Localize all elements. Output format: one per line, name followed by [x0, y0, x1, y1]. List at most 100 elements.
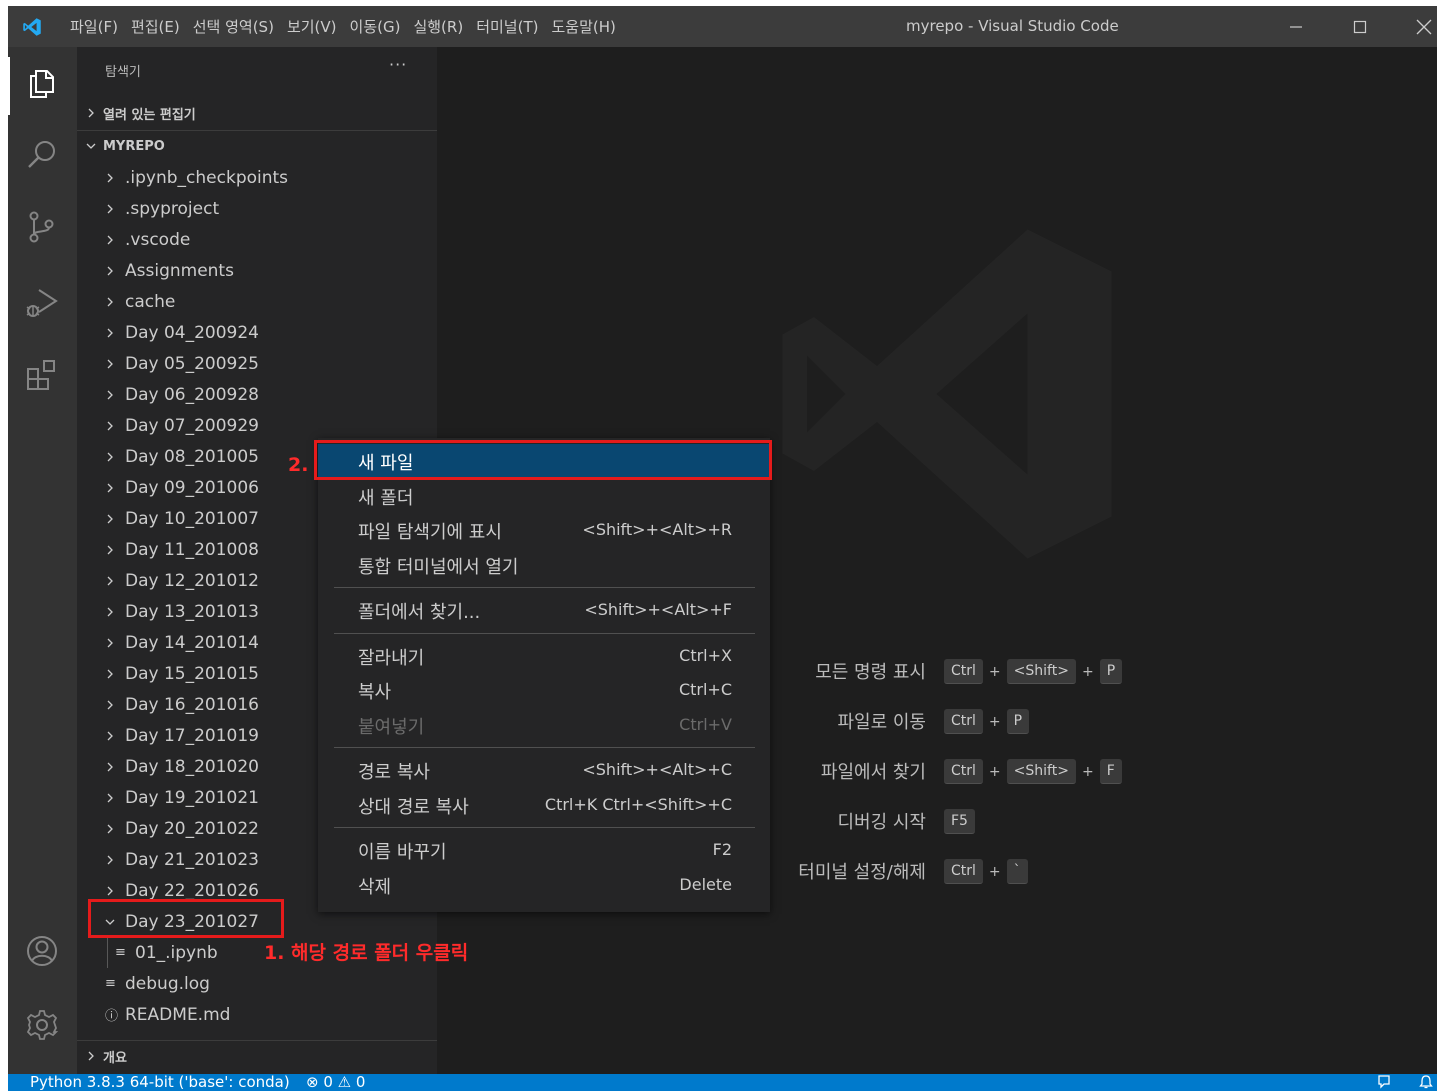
workspace-section[interactable]: MYREPO: [77, 130, 437, 161]
keybinding-key: P: [1099, 659, 1123, 684]
tree-item[interactable]: Day 04_200924: [77, 317, 465, 348]
keybinding-key: Ctrl: [944, 709, 983, 734]
menu-item-label: 폴더에서 찾기...: [358, 602, 481, 623]
tree-item[interactable]: Day 05_200925: [77, 348, 465, 379]
context-menu-item[interactable]: 복사 Ctrl+C: [318, 673, 770, 707]
vscode-logo-icon: [23, 18, 41, 36]
menu-item[interactable]: 파일(F): [70, 16, 118, 37]
tree-item-label: Day 06_200928: [125, 384, 259, 405]
menu-item[interactable]: 편집(E): [131, 16, 180, 37]
key-plus: +: [988, 863, 1001, 880]
extensions-icon[interactable]: [22, 355, 62, 395]
minimize-icon: [1290, 25, 1302, 28]
chevron-right-icon: [107, 390, 113, 399]
menu-bar: 파일(F) 편집(E) 선택 영역(S) 보기(V) 이동(G) 실행(R) 터미널(T) 도…: [70, 6, 629, 47]
context-menu-item[interactable]: 잘라내기 Ctrl+X: [318, 639, 770, 673]
shortcut-label: 파일에서 찾기: [820, 762, 926, 783]
open-editors-section[interactable]: 열려 있는 편집기: [77, 98, 437, 128]
key-plus: +: [988, 763, 1001, 780]
explorer-title: 탐색기: [105, 65, 141, 80]
chevron-right-icon: [88, 1051, 94, 1061]
tree-item-label: Day 18_201020: [125, 756, 259, 777]
tree-item[interactable]: Day 07_200929: [77, 410, 465, 441]
chevron-right-icon: [107, 359, 113, 368]
python-interpreter-status[interactable]: Python 3.8.3 64-bit ('base': conda): [30, 1073, 290, 1091]
menu-item-label: 삭제: [358, 876, 392, 898]
tree-item-label: README.md: [125, 1004, 231, 1025]
chevron-right-icon: [107, 235, 113, 244]
search-icon[interactable]: [22, 135, 62, 175]
context-menu-item[interactable]: 경로 복사 <Shift>+<Alt>+C: [318, 753, 770, 787]
menu-separator: [334, 632, 755, 634]
chevron-right-icon: [107, 328, 113, 337]
account-icon[interactable]: [22, 931, 62, 971]
settings-gear-icon[interactable]: [22, 1005, 62, 1045]
menu-item[interactable]: 선택 영역(S): [193, 16, 274, 37]
context-menu-item[interactable]: 폴더에서 찾기... <Shift>+<Alt>+F: [318, 593, 770, 627]
context-menu-item[interactable]: 새 폴더: [318, 479, 770, 513]
context-menu-item[interactable]: 상대 경로 복사 Ctrl+K Ctrl+<Shift>+C: [318, 788, 770, 822]
annotation-step1-label: 1. 해당 경로 폴더 우클릭: [264, 942, 469, 964]
tree-item-label: .spyproject: [125, 198, 220, 219]
menu-item-shortcut: <Shift>+<Alt>+R: [582, 520, 732, 539]
tree-item-label: .vscode: [125, 229, 191, 250]
chevron-right-icon: [107, 204, 113, 213]
menu-item-shortcut: <Shift>+<Alt>+F: [584, 600, 732, 619]
tree-item[interactable]: .spyproject: [77, 193, 465, 224]
info-file-icon: ⓘ: [105, 1009, 119, 1024]
annotation-box-new-file: [314, 440, 772, 480]
tree-item-label: Day 15_201015: [125, 663, 259, 684]
tree-item-label: .ipynb_checkpoints: [125, 167, 289, 188]
active-view-indicator: [8, 57, 10, 115]
chevron-right-icon: [107, 173, 113, 182]
menu-item[interactable]: 터미널(T): [476, 16, 538, 37]
tree-item[interactable]: .vscode: [77, 224, 465, 255]
keybinding-key: <Shift>: [1006, 759, 1076, 784]
context-menu-item[interactable]: 통합 터미널에서 열기: [318, 548, 770, 582]
tree-item[interactable]: cache: [77, 286, 465, 317]
source-control-icon[interactable]: [22, 207, 62, 247]
menu-item-label: 잘라내기: [358, 647, 425, 669]
notifications-bell-icon[interactable]: [1418, 1074, 1434, 1090]
chevron-right-icon: [107, 669, 113, 678]
close-icon: [1416, 19, 1432, 34]
context-menu-item[interactable]: 이름 바꾸기 F2: [318, 833, 770, 867]
tree-item[interactable]: Assignments: [77, 255, 465, 286]
explorer-icon[interactable]: [22, 63, 62, 103]
context-menu-item: 붙여넣기 Ctrl+V: [318, 708, 770, 742]
annotation-box-folder: [88, 899, 284, 938]
menu-item-label: 통합 터미널에서 열기: [358, 556, 519, 578]
tree-item-label: Day 10_201007: [125, 508, 259, 529]
key-plus: +: [988, 663, 1001, 680]
minimize-button[interactable]: [1273, 6, 1319, 47]
tree-item[interactable]: Day 06_200928: [77, 379, 465, 410]
annotation-step2-label: 2.: [288, 454, 309, 476]
menu-item[interactable]: 이동(G): [350, 16, 401, 37]
tree-item[interactable]: .ipynb_checkpoints: [77, 162, 465, 193]
outline-section[interactable]: 개요: [77, 1041, 437, 1071]
keybinding-key: Ctrl: [944, 759, 983, 784]
tree-item[interactable]: ⓘ README.md: [77, 999, 465, 1030]
keybinding-key: F: [1099, 759, 1122, 784]
menu-item[interactable]: 실행(R): [413, 16, 463, 37]
tree-item-label: Day 11_201008: [125, 539, 259, 560]
menu-item[interactable]: 보기(V): [287, 16, 337, 37]
menu-item[interactable]: 도움말(H): [551, 16, 615, 37]
run-debug-icon[interactable]: [22, 283, 62, 323]
context-menu-item[interactable]: 삭제 Delete: [318, 868, 770, 902]
more-actions-icon[interactable]: ···: [389, 55, 407, 74]
menu-item-shortcut: F2: [712, 840, 732, 859]
context-menu: 새 파일 새 폴더 파일 탐색기에 표시 <Shift>+<Alt>+R 통합 터미널에…: [318, 438, 770, 912]
problems-status[interactable]: ⊗ 0 ⚠ 0: [306, 1073, 365, 1091]
feedback-icon[interactable]: [1376, 1074, 1392, 1090]
window-title: myrepo - Visual Studio Code: [906, 17, 1119, 35]
tree-item[interactable]: ≡ debug.log: [77, 968, 465, 999]
menu-item-shortcut: Delete: [679, 874, 732, 894]
maximize-button[interactable]: [1337, 6, 1383, 47]
close-button[interactable]: [1401, 6, 1437, 47]
shortcut-keys: Ctrl + <Shift> + P: [944, 659, 1123, 684]
context-menu-item[interactable]: 파일 탐색기에 표시 <Shift>+<Alt>+R: [318, 513, 770, 547]
tree-item-label: Day 13_201013: [125, 601, 259, 622]
vscode-watermark-icon: [782, 229, 1112, 559]
menu-item-label: 붙여넣기: [358, 716, 425, 738]
